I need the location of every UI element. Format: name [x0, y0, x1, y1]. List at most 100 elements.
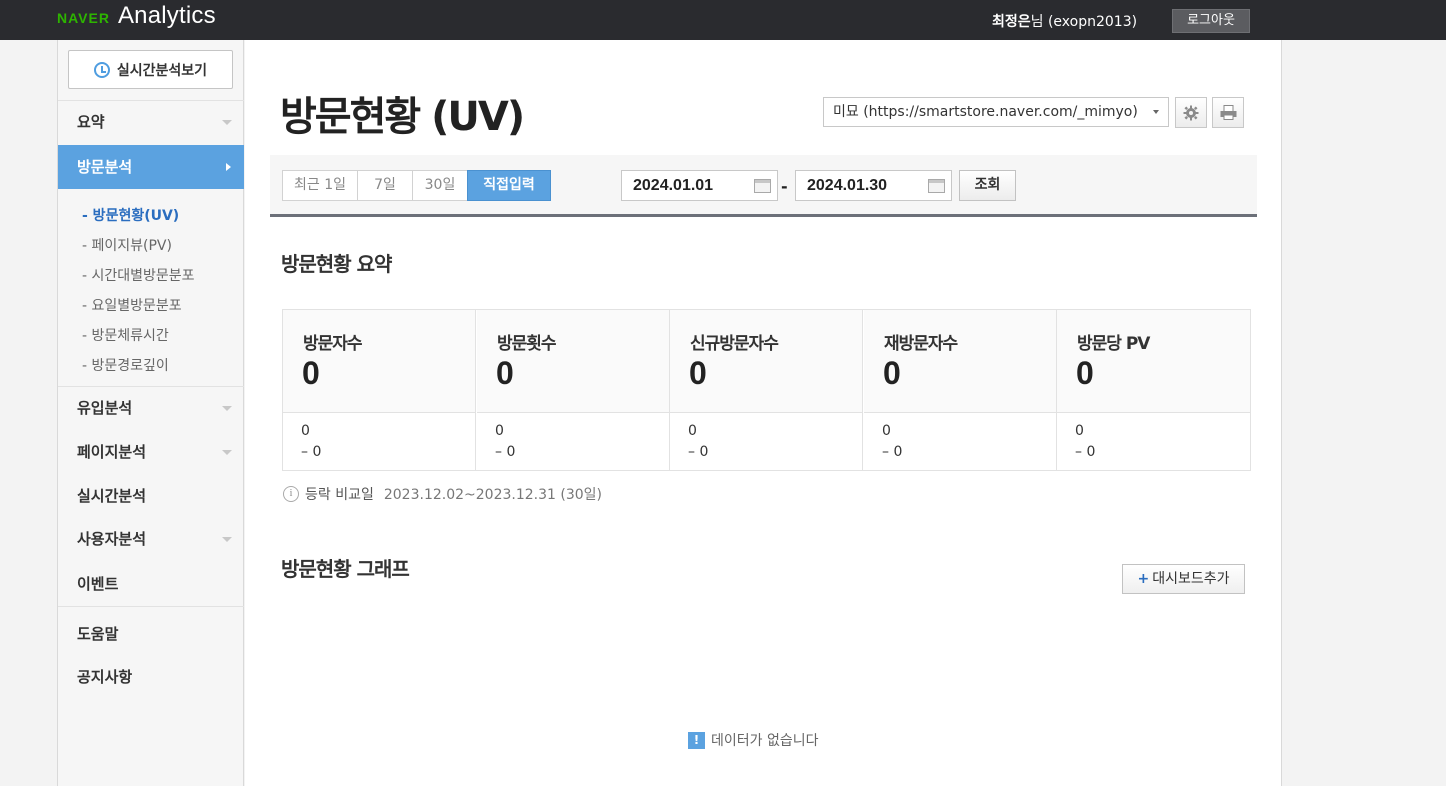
card-change-value: – 0 [495, 444, 516, 460]
start-date-value: 2024.01.01 [633, 177, 714, 194]
no-data-message: ! 데이터가 없습니다 [688, 730, 819, 750]
card-change-value: – 0 [688, 444, 709, 460]
compare-range: 2023.12.02~2023.12.31 (30일) [383, 487, 602, 503]
period-30day-button[interactable]: 30일 [412, 170, 468, 201]
sidebar-subitem-duration[interactable]: - 방문체류시간 [82, 325, 169, 345]
end-date-input[interactable]: 2024.01.30 [795, 170, 952, 201]
sidebar: 실시간분석보기 요약 방문분석 - 방문현황(UV) - 페이지뷰(PV) - … [57, 40, 244, 786]
card-value: 0 [496, 355, 514, 391]
dropdown-arrow-icon [1153, 110, 1159, 114]
sidebar-item-visit-analysis[interactable]: 방문분석 [58, 145, 244, 189]
sidebar-item-user[interactable]: 사용자분석 [58, 517, 244, 561]
analytics-brand: Analytics [117, 2, 216, 29]
start-date-input[interactable]: 2024.01.01 [621, 170, 778, 201]
info-icon[interactable]: i [283, 486, 299, 502]
card-compare-value: 0 [688, 423, 697, 439]
card-label: 방문횟수 [497, 334, 557, 354]
period-7day-button[interactable]: 7일 [357, 170, 413, 201]
sidebar-subitem-pv[interactable]: - 페이지뷰(PV) [82, 235, 172, 255]
sidebar-subitem-depth[interactable]: - 방문경로깊이 [82, 355, 169, 375]
summary-cards: 방문자수 0 0 – 0 방문횟수 0 0 – 0 신규방문자수 0 0 – 0… [282, 309, 1251, 471]
date-filter-bar: 최근 1일 7일 30일 직접입력 2024.01.01 - 2024.01.3… [270, 155, 1257, 217]
top-bar: NAVER Analytics 최정은님 (exopn2013) 로그아웃 [0, 0, 1446, 40]
sidebar-subitem-uv[interactable]: - 방문현황(UV) [82, 205, 179, 225]
sidebar-item-realtime[interactable]: 실시간분석 [58, 474, 244, 518]
summary-card-visitors: 방문자수 0 0 – 0 [283, 310, 476, 470]
summary-card-new-visitors: 신규방문자수 0 0 – 0 [670, 310, 863, 470]
settings-button[interactable] [1175, 97, 1207, 128]
print-button[interactable] [1212, 97, 1244, 128]
logout-button[interactable]: 로그아웃 [1172, 9, 1250, 33]
query-button[interactable]: 조회 [959, 170, 1016, 201]
period-custom-button[interactable]: 직접입력 [467, 170, 551, 201]
card-label: 재방문자수 [884, 334, 958, 354]
card-value: 0 [302, 355, 320, 391]
sidebar-item-label: 공지사항 [77, 668, 133, 686]
compare-period-info: i 등락 비교일 2023.12.02~2023.12.31 (30일) [283, 484, 602, 504]
sidebar-item-label: 도움말 [77, 625, 119, 643]
add-to-dashboard-label: 대시보드추가 [1152, 571, 1230, 587]
card-compare-value: 0 [882, 423, 891, 439]
sidebar-item-label: 사용자분석 [77, 530, 147, 548]
sidebar-item-notice[interactable]: 공지사항 [58, 655, 244, 699]
user-id: 님 (exopn2013) [1030, 14, 1138, 30]
plus-icon: + [1137, 571, 1150, 587]
clock-icon [93, 61, 110, 78]
summary-card-pv-per-visit: 방문당 PV 0 0 – 0 [1057, 310, 1250, 470]
no-data-text: 데이터가 없습니다 [711, 733, 819, 749]
card-change-value: – 0 [1075, 444, 1096, 460]
sidebar-item-label: 실시간분석 [77, 487, 147, 505]
period-1day-button[interactable]: 최근 1일 [282, 170, 358, 201]
graph-section-title: 방문현황 그래프 [281, 557, 410, 581]
chevron-down-icon [222, 120, 232, 125]
card-label: 방문자수 [303, 334, 363, 354]
warning-icon: ! [688, 731, 705, 749]
sidebar-item-label: 요약 [77, 113, 105, 131]
chevron-right-icon [226, 163, 231, 171]
sidebar-item-label: 방문분석 [77, 158, 133, 176]
printer-icon [1220, 105, 1236, 120]
card-compare-value: 0 [495, 423, 504, 439]
card-change-value: – 0 [882, 444, 903, 460]
summary-section-title: 방문현황 요약 [281, 252, 392, 276]
date-range-separator: - [781, 177, 788, 196]
naver-analytics-logo[interactable]: NAVER Analytics [57, 2, 216, 34]
sidebar-divider [58, 606, 244, 607]
sidebar-item-page[interactable]: 페이지분석 [58, 430, 244, 474]
sidebar-subitem-weekday[interactable]: - 요일별방문분포 [82, 295, 182, 315]
realtime-analysis-label: 실시간분석보기 [116, 62, 208, 79]
user-name: 최정은 [992, 14, 1031, 30]
chevron-down-icon [222, 406, 232, 411]
right-background [1282, 40, 1446, 786]
calendar-icon[interactable] [754, 179, 771, 193]
sidebar-item-label: 페이지분석 [77, 443, 147, 461]
summary-card-returning-visitors: 재방문자수 0 0 – 0 [864, 310, 1057, 470]
card-value: 0 [883, 355, 901, 391]
chevron-down-icon [222, 450, 232, 455]
sidebar-item-inflow[interactable]: 유입분석 [58, 386, 244, 430]
sidebar-subitem-hourly[interactable]: - 시간대별방문분포 [82, 265, 195, 285]
card-value: 0 [689, 355, 707, 391]
site-select-value: 미묘 (https://smartstore.naver.com/_mimyo) [833, 104, 1138, 120]
compare-label: 등락 비교일 [305, 487, 374, 503]
chevron-down-icon [222, 537, 232, 542]
realtime-analysis-button[interactable]: 실시간분석보기 [68, 50, 233, 89]
site-select[interactable]: 미묘 (https://smartstore.naver.com/_mimyo) [823, 97, 1169, 127]
card-value: 0 [1076, 355, 1094, 391]
card-label: 방문당 PV [1077, 334, 1150, 354]
gear-icon [1183, 105, 1199, 120]
sidebar-item-label: 유입분석 [77, 399, 133, 417]
card-compare-value: 0 [301, 423, 310, 439]
card-label: 신규방문자수 [690, 334, 779, 354]
user-info: 최정은님 (exopn2013) [992, 11, 1137, 31]
sidebar-item-summary[interactable]: 요약 [58, 100, 244, 144]
sidebar-item-help[interactable]: 도움말 [58, 612, 244, 656]
main-content: 방문현황 (UV) 미묘 (https://smartstore.naver.c… [245, 40, 1282, 786]
sidebar-item-event[interactable]: 이벤트 [58, 562, 244, 606]
page-title: 방문현황 (UV) [280, 94, 525, 140]
naver-brand: NAVER [57, 10, 110, 26]
calendar-icon[interactable] [928, 179, 945, 193]
add-to-dashboard-button[interactable]: + 대시보드추가 [1122, 564, 1245, 594]
card-change-value: – 0 [301, 444, 322, 460]
card-compare-value: 0 [1075, 423, 1084, 439]
